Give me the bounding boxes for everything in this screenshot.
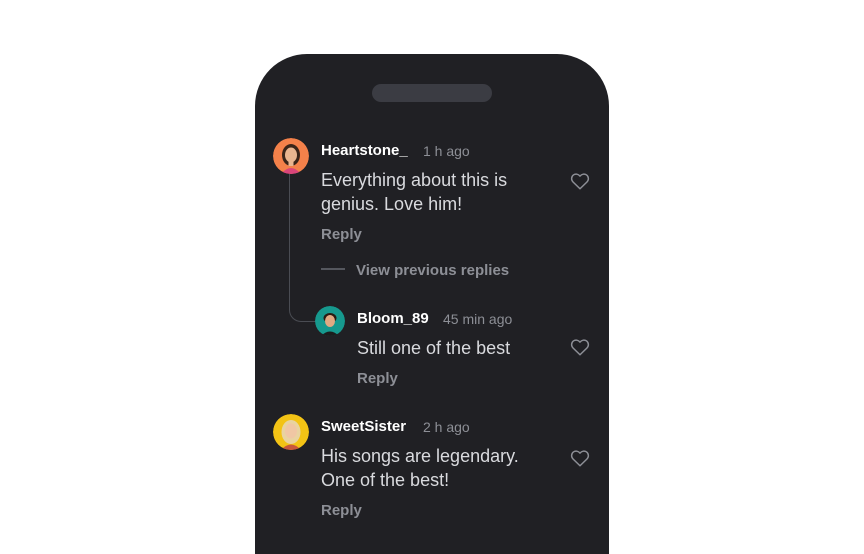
timestamp: 1 h ago [423, 143, 470, 159]
drag-handle[interactable] [372, 84, 492, 102]
username[interactable]: SweetSister [321, 418, 406, 435]
comment-text-line: One of the best! [321, 470, 450, 490]
avatar[interactable] [273, 414, 309, 450]
reply-button[interactable]: Reply [321, 502, 362, 519]
view-previous-replies-button[interactable]: View previous replies [356, 262, 509, 279]
heart-icon[interactable] [570, 172, 590, 190]
avatar[interactable] [273, 138, 309, 174]
comment-text-line: Everything about this is [321, 170, 508, 190]
reply-button[interactable]: Reply [321, 226, 362, 243]
username[interactable]: Bloom_89 [357, 310, 429, 327]
thread-connector [289, 174, 316, 322]
timestamp: 45 min ago [443, 311, 513, 327]
divider [321, 268, 345, 270]
comment-text-line: Still one of the best [357, 338, 511, 358]
heart-icon[interactable] [570, 338, 590, 356]
heart-icon[interactable] [570, 449, 590, 467]
comments-panel: Heartstone_ 1 h ago Everything about thi… [255, 54, 609, 554]
comment-text-line: genius. Love him! [321, 194, 463, 214]
comment-text-line: His songs are legendary. [321, 446, 519, 466]
timestamp: 2 h ago [423, 419, 470, 435]
username[interactable]: Heartstone_ [321, 142, 408, 159]
avatar[interactable] [315, 306, 345, 336]
reply-button[interactable]: Reply [357, 370, 398, 387]
